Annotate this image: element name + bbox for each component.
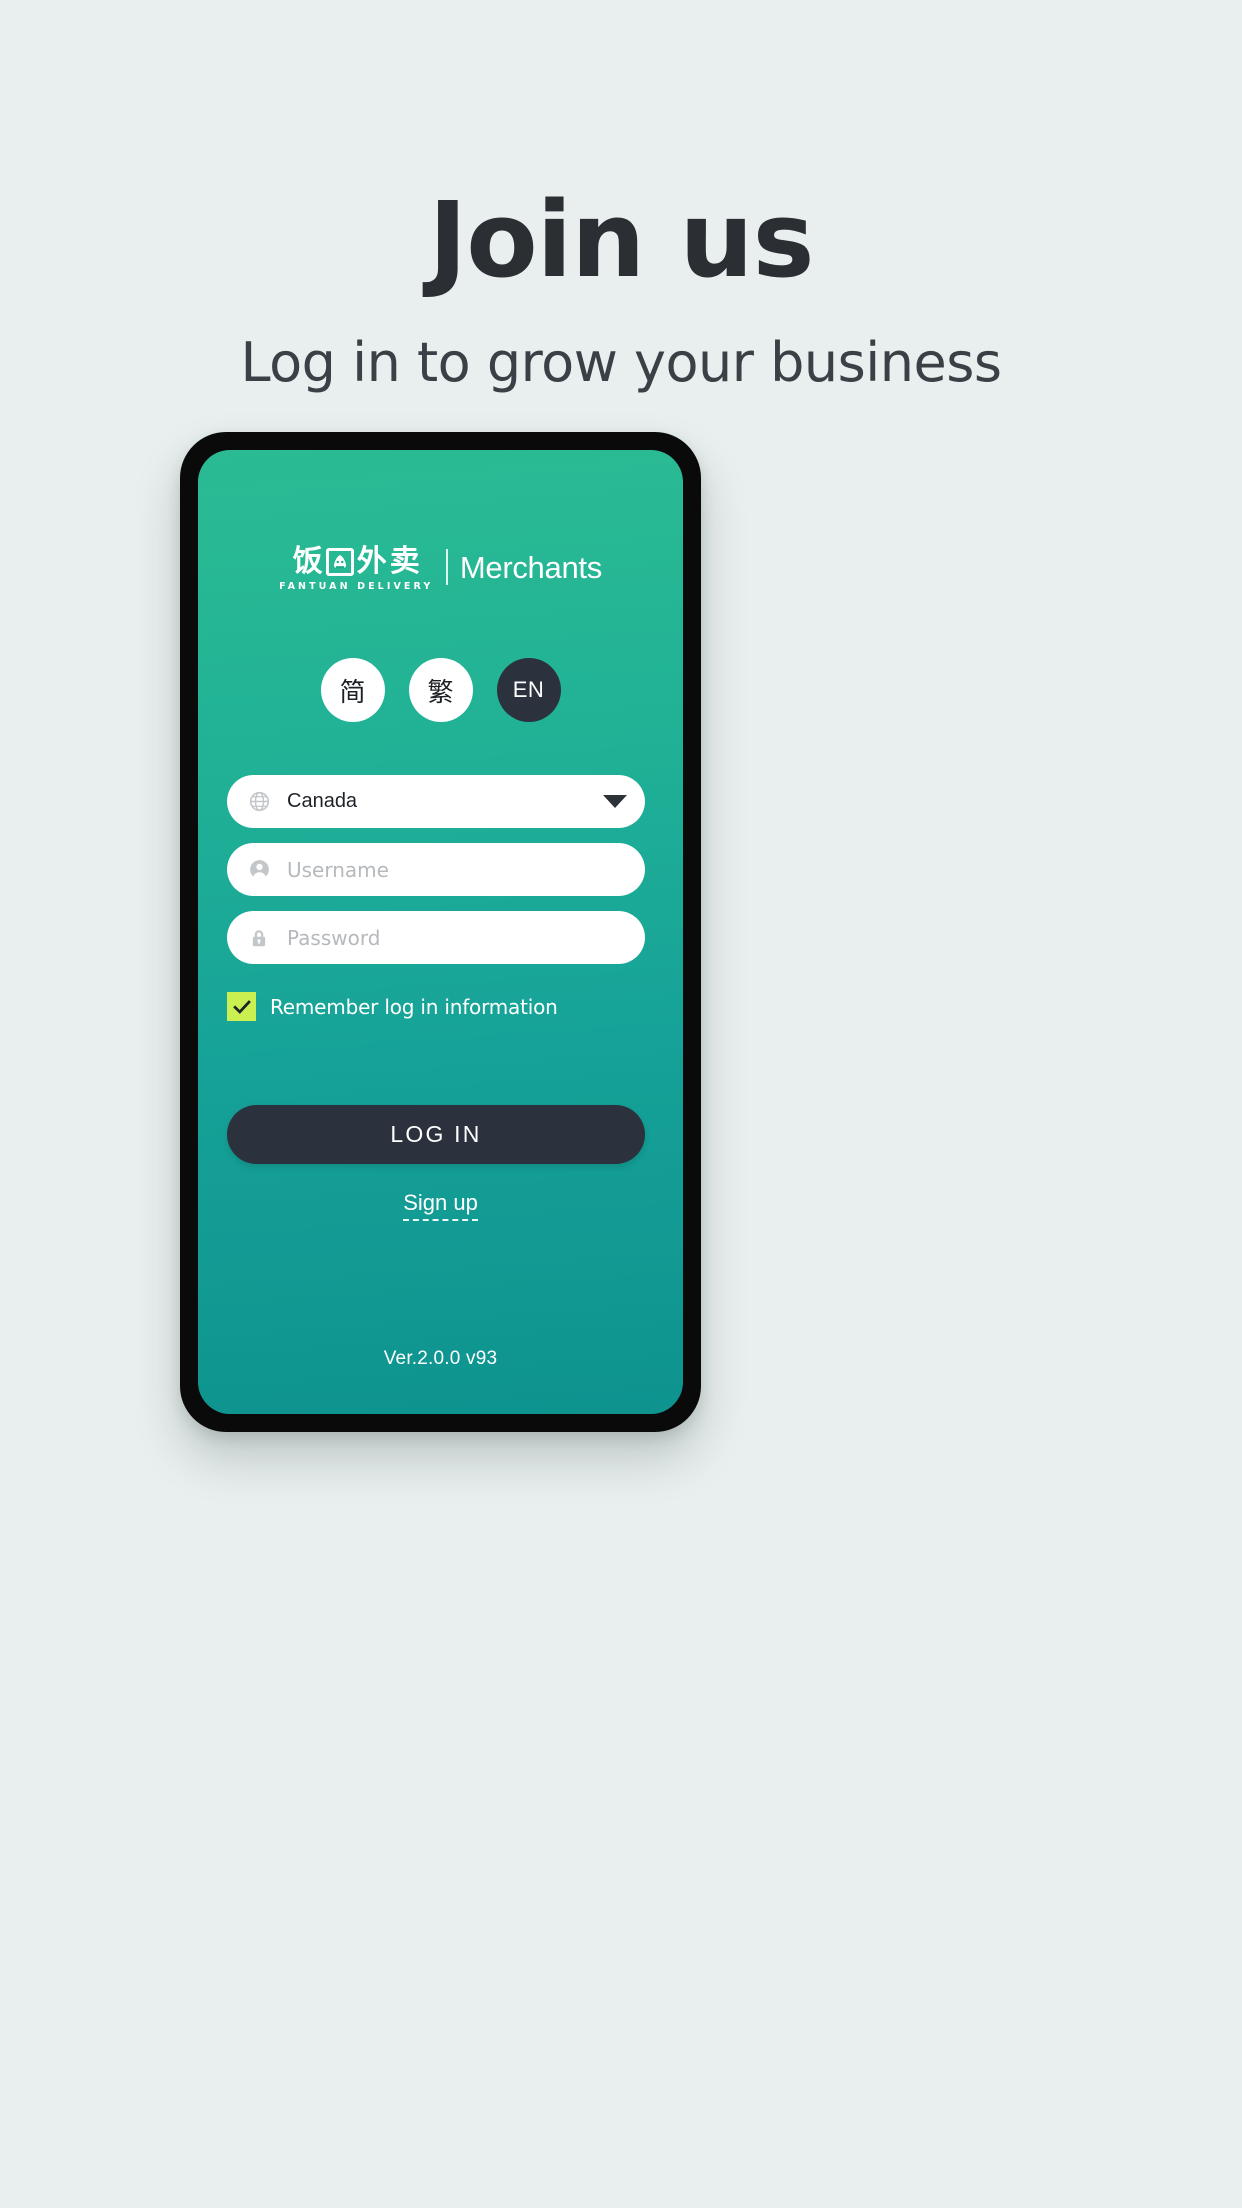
product-label: Merchants bbox=[459, 549, 602, 585]
page-root: Join us Log in to grow your business 饭 外… bbox=[0, 0, 1242, 2208]
password-field[interactable]: Password bbox=[227, 911, 645, 964]
username-field[interactable]: Username bbox=[227, 843, 645, 896]
panda-rice-ball-icon bbox=[325, 547, 354, 576]
fantuan-logo-characters: 饭 外 卖 bbox=[292, 544, 420, 579]
logo-char-wai: 外 bbox=[356, 544, 387, 579]
remember-login-label: Remember log in information bbox=[270, 994, 558, 1019]
chevron-down-icon[interactable] bbox=[603, 795, 627, 808]
language-selector: 简 繁 EN bbox=[198, 658, 683, 722]
password-placeholder: Password bbox=[287, 925, 381, 950]
app-version-label: Ver.2.0.0 v93 bbox=[383, 1348, 498, 1369]
globe-icon bbox=[247, 790, 271, 814]
lock-icon bbox=[247, 926, 271, 950]
remember-login-row[interactable]: Remember log in information bbox=[227, 992, 558, 1021]
remember-login-checkbox[interactable] bbox=[227, 992, 256, 1021]
app-logo: 饭 外 卖 FANTUAN DELIVERY Merchants bbox=[198, 544, 683, 593]
person-icon bbox=[247, 858, 271, 882]
language-button-simplified[interactable]: 简 bbox=[320, 658, 385, 722]
language-button-english[interactable]: EN bbox=[496, 658, 561, 722]
language-button-traditional[interactable]: 繁 bbox=[408, 658, 473, 722]
fantuan-logo: 饭 外 卖 FANTUAN DELIVERY bbox=[279, 544, 434, 593]
signup-row: Sign up bbox=[198, 1190, 683, 1221]
logo-divider bbox=[446, 548, 448, 585]
phone-screen: 饭 外 卖 FANTUAN DELIVERY Merchants 简 繁 EN … bbox=[198, 450, 683, 1414]
page-title: Join us bbox=[428, 179, 815, 301]
login-button[interactable]: LOG IN bbox=[227, 1105, 645, 1164]
page-subtitle: Log in to grow your business bbox=[240, 331, 1002, 395]
logo-char-mai: 卖 bbox=[389, 544, 420, 579]
country-select[interactable]: Canada bbox=[227, 775, 645, 828]
signup-link[interactable]: Sign up bbox=[403, 1190, 478, 1221]
country-select-value: Canada bbox=[287, 790, 358, 812]
checkmark-icon bbox=[232, 999, 251, 1014]
page-header: Join us Log in to grow your business bbox=[0, 179, 1242, 395]
login-form: Canada Username Password bbox=[227, 775, 645, 979]
username-placeholder: Username bbox=[287, 857, 389, 882]
logo-tagline: FANTUAN DELIVERY bbox=[279, 581, 434, 592]
logo-char-fan: 饭 bbox=[292, 544, 323, 579]
